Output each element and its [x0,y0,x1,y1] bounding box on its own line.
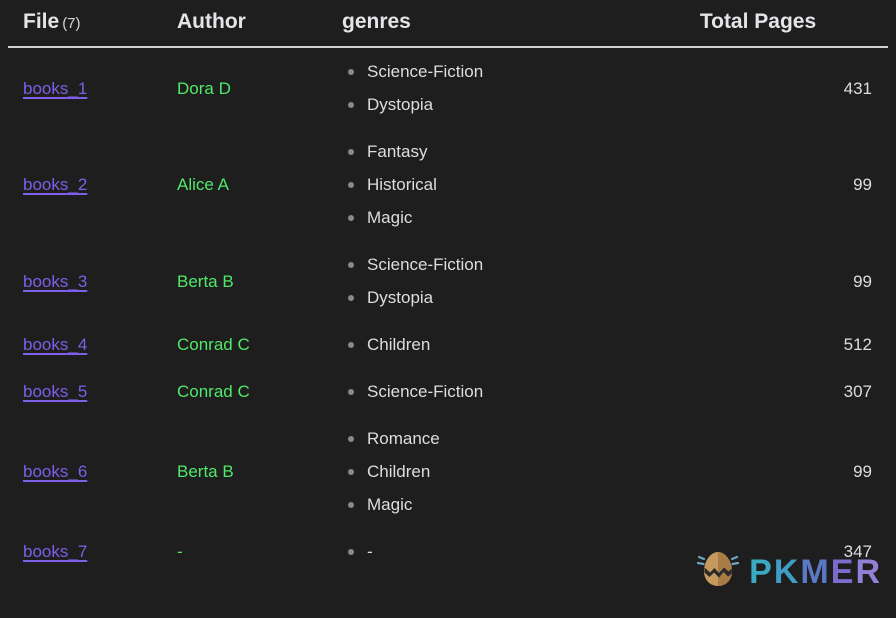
total-pages-value: 512 [843,335,872,354]
cell-total-pages: 431 [638,47,888,128]
file-link[interactable]: books_7 [23,542,87,561]
table-body: books_1 Dora D Science-Fiction Dystopia 431 b… [8,47,888,575]
cell-file: books_4 [8,321,171,368]
cell-total-pages: 512 [638,321,888,368]
total-pages-value: 99 [853,271,872,291]
table-row: books_6 Berta B Romance Children Magic 99 [8,415,888,528]
dataview-table-container: File (7) Author genres Total Pages books_… [0,0,896,618]
genre-item: Science-Fiction [342,375,630,408]
genre-list: Fantasy Historical Magic [342,135,630,234]
genre-list: - [342,535,630,568]
column-header-author[interactable]: Author [171,0,338,48]
author-value: Alice A [177,175,229,194]
cell-author: Conrad C [171,368,338,415]
genre-list: Science-Fiction Dystopia [342,248,630,314]
cell-author: - [171,528,338,575]
cell-total-pages: 99 [638,415,888,528]
cell-file: books_5 [8,368,171,415]
file-link[interactable]: books_4 [23,335,87,354]
column-header-file[interactable]: File (7) [8,0,171,48]
cell-genres: - [338,528,638,575]
author-value: Berta B [177,462,234,481]
total-pages-value: 307 [843,382,872,401]
cell-genres: Science-Fiction Dystopia [338,47,638,128]
genre-item: Children [342,328,630,361]
genre-item: Fantasy [342,135,630,168]
cell-file: books_2 [8,128,171,241]
cell-author: Berta B [171,415,338,528]
table-header-row: File (7) Author genres Total Pages [8,0,888,48]
genre-list: Science-Fiction Dystopia [342,55,630,121]
cell-genres: Children [338,321,638,368]
cell-total-pages: 99 [638,241,888,321]
column-header-genres[interactable]: genres [338,0,638,48]
cell-file: books_7 [8,528,171,575]
cell-author: Alice A [171,128,338,241]
genre-item: Historical [342,168,630,201]
genre-list: Science-Fiction [342,375,630,408]
column-header-total-pages-label: Total Pages [699,10,817,33]
cell-genres: Fantasy Historical Magic [338,128,638,241]
total-pages-value: 431 [843,78,872,98]
genre-item: Dystopia [342,88,630,121]
table-row: books_1 Dora D Science-Fiction Dystopia 431 [8,47,888,128]
cell-file: books_1 [8,47,171,128]
dataview-table: File (7) Author genres Total Pages books_… [8,0,888,575]
column-header-total-pages[interactable]: Total Pages [638,0,888,48]
table-row: books_5 Conrad C Science-Fiction 307 [8,368,888,415]
genre-item: Science-Fiction [342,55,630,88]
file-link[interactable]: books_5 [23,382,87,401]
file-link[interactable]: books_1 [23,79,87,98]
cell-total-pages: 99 [638,128,888,241]
column-header-genres-label: genres [342,10,411,33]
cell-file: books_3 [8,241,171,321]
cell-author: Dora D [171,47,338,128]
cell-author: Berta B [171,241,338,321]
cell-author: Conrad C [171,321,338,368]
table-row: books_3 Berta B Science-Fiction Dystopia 99 [8,241,888,321]
total-pages-value: 347 [843,542,872,561]
table-row: books_7 - - 347 [8,528,888,575]
genre-item: - [342,535,630,568]
cell-total-pages: 307 [638,368,888,415]
genre-item: Magic [342,201,630,234]
cell-genres: Science-Fiction Dystopia [338,241,638,321]
column-header-author-label: Author [177,10,246,33]
genre-item: Romance [342,422,630,455]
author-value: Conrad C [177,335,250,354]
column-header-file-label: File [23,10,60,33]
genre-list: Children [342,328,630,361]
table-row: books_2 Alice A Fantasy Historical Magic 99 [8,128,888,241]
file-link[interactable]: books_2 [23,175,87,194]
author-value: Berta B [177,271,234,291]
author-value: Conrad C [177,382,250,401]
genre-item: Dystopia [342,281,630,314]
file-link[interactable]: books_3 [23,272,87,291]
cell-genres: Science-Fiction [338,368,638,415]
genre-list: Romance Children Magic [342,422,630,521]
genre-item: Children [342,455,630,488]
cell-genres: Romance Children Magic [338,415,638,528]
file-count: (7) [62,15,81,32]
table-header: File (7) Author genres Total Pages [8,0,888,48]
table-row: books_4 Conrad C Children 512 [8,321,888,368]
cell-total-pages: 347 [638,528,888,575]
file-link[interactable]: books_6 [23,462,87,481]
author-value: Dora D [177,78,231,98]
genre-item: Magic [342,488,630,521]
total-pages-value: 99 [853,175,872,194]
total-pages-value: 99 [853,462,872,481]
author-value: - [177,542,183,561]
cell-file: books_6 [8,415,171,528]
genre-item: Science-Fiction [342,248,630,281]
